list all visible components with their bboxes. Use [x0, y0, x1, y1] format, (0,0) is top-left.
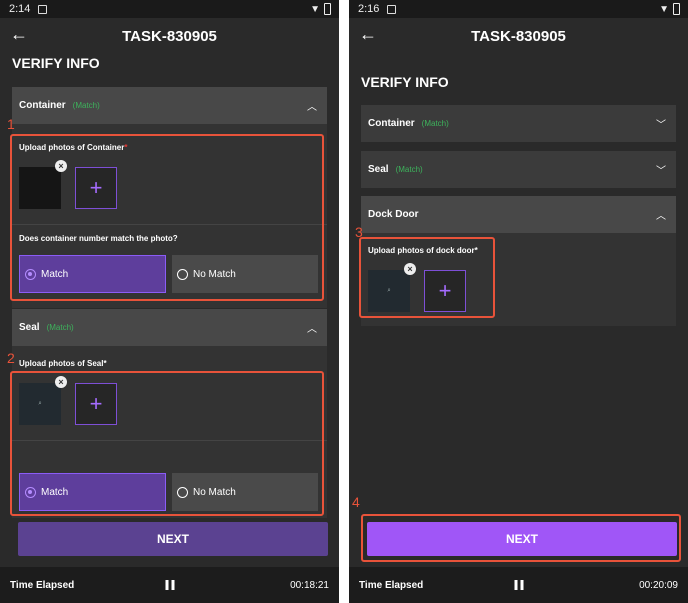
status-time: 2:14: [9, 3, 31, 15]
seal-panel-header[interactable]: Seal (Match) ︿: [12, 309, 327, 346]
annotation-number-4: 4: [352, 494, 360, 510]
status-bar: 2:14 ▼: [0, 0, 339, 18]
next-button[interactable]: NEXT: [18, 522, 328, 556]
verify-info-heading: VERIFY INFO: [12, 55, 100, 71]
footer-bar: Time Elapsed 00:20:09: [349, 567, 688, 603]
footer-bar: Time Elapsed 00:18:21: [0, 567, 339, 603]
chevron-down-icon[interactable]: ﹀: [656, 162, 666, 177]
chevron-up-icon[interactable]: ︿: [307, 320, 317, 335]
upload-seal-label: Upload photos of Seal*: [19, 359, 107, 368]
pause-icon[interactable]: [165, 580, 174, 590]
wifi-icon: ▼: [659, 3, 669, 15]
elapsed-time: 00:20:09: [639, 579, 678, 591]
seal-label: Seal: [368, 164, 389, 175]
notification-icon: [387, 4, 397, 14]
container-panel-header[interactable]: Container (Match) ﹀: [361, 105, 676, 142]
annotation-number-2: 2: [7, 350, 15, 366]
annotation-number-1: 1: [7, 116, 15, 132]
seal-match-status: (Match): [46, 323, 74, 332]
notification-icon: [38, 4, 48, 14]
highlight-box-2: [10, 371, 324, 516]
dock-door-label: Dock Door: [368, 209, 419, 220]
container-match-status: (Match): [421, 119, 449, 128]
container-match-status: (Match): [72, 101, 100, 110]
time-elapsed-label: Time Elapsed: [359, 579, 424, 591]
verify-info-heading: VERIFY INFO: [361, 74, 449, 90]
chevron-up-icon[interactable]: ︿: [656, 207, 666, 222]
chevron-up-icon[interactable]: ︿: [307, 98, 317, 113]
chevron-down-icon[interactable]: ﹀: [656, 116, 666, 131]
time-elapsed-label: Time Elapsed: [10, 579, 75, 591]
dock-door-panel-header[interactable]: Dock Door ︿: [361, 196, 676, 233]
wifi-icon: ▼: [310, 3, 320, 15]
battery-icon: [324, 3, 331, 15]
seal-panel-header[interactable]: Seal (Match) ﹀: [361, 151, 676, 188]
status-bar: 2:16 ▼: [349, 0, 688, 18]
container-label: Container: [368, 118, 415, 129]
battery-icon: [673, 3, 680, 15]
highlight-box-1: [10, 134, 324, 301]
status-time: 2:16: [358, 3, 380, 15]
highlight-box-4: [361, 514, 681, 562]
task-title: TASK-830905: [471, 28, 566, 45]
annotation-number-3: 3: [355, 224, 363, 240]
container-panel-header[interactable]: Container (Match) ︿: [12, 87, 327, 124]
phone-screen-left: 2:14 ▼ ← TASK-830905 VERIFY INFO Contain…: [0, 0, 339, 603]
seal-label: Seal: [19, 322, 40, 333]
elapsed-time: 00:18:21: [290, 579, 329, 591]
task-title: TASK-830905: [122, 28, 217, 45]
app-bar: ← TASK-830905: [349, 18, 688, 56]
seal-match-status: (Match): [395, 165, 423, 174]
app-bar: ← TASK-830905: [0, 18, 339, 56]
pause-icon[interactable]: [514, 580, 523, 590]
container-label: Container: [19, 100, 66, 111]
phone-screen-right: 2:16 ▼ ← TASK-830905 VERIFY INFO Contain…: [349, 0, 688, 603]
highlight-box-3: [359, 237, 495, 318]
